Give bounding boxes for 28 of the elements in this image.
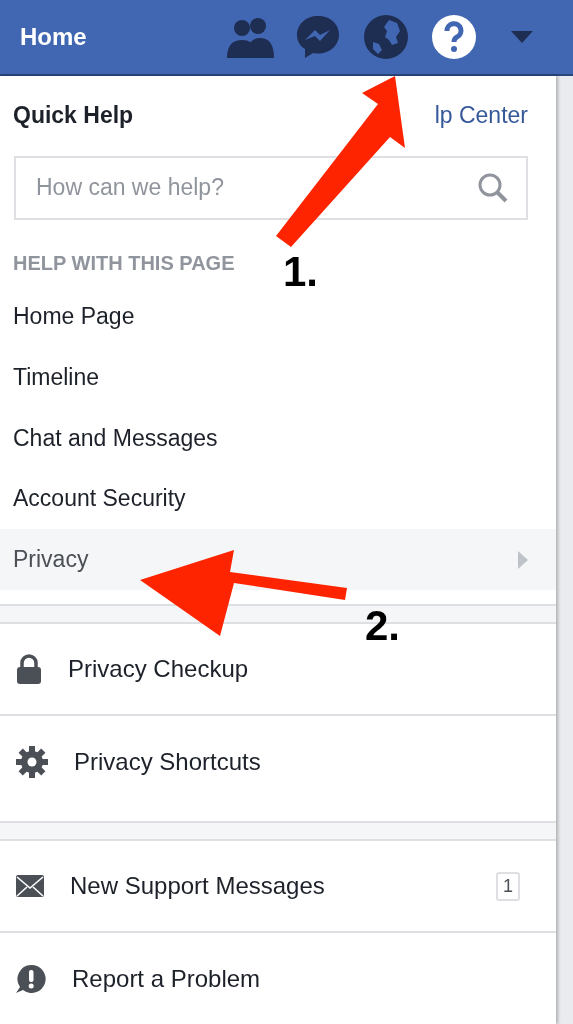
page-title: Home	[20, 23, 87, 51]
menu-item-label: Privacy Shortcuts	[74, 747, 261, 776]
help-menu-item[interactable]: Timeline	[0, 347, 556, 408]
mail-icon	[16, 875, 44, 898]
help-center-link[interactable]: lp Center	[434, 102, 528, 130]
friends-icon	[225, 16, 275, 58]
messenger-icon	[295, 14, 341, 60]
search-icon	[478, 172, 508, 203]
menu-item-label: Privacy Checkup	[68, 655, 249, 684]
gear-icon	[16, 745, 48, 778]
menu-item[interactable]: New Support Messages 1	[0, 840, 556, 934]
menu-item[interactable]: Report a Problem	[0, 933, 556, 1024]
menu-item[interactable]: Privacy Shortcuts	[0, 716, 556, 807]
help-menu-item[interactable]: Account Security	[0, 468, 556, 530]
menu-item-label: New Support Messages	[70, 872, 325, 901]
help-icon	[431, 14, 477, 60]
help-menu-item[interactable]: Privacy	[0, 529, 556, 590]
caret-icon	[511, 31, 533, 43]
alert-icon	[16, 963, 46, 994]
lock-icon	[16, 654, 42, 685]
help-menu-item[interactable]: Chat and Messages	[0, 407, 556, 469]
search-field[interactable]: How can we help?	[14, 155, 528, 220]
globe-icon	[363, 14, 409, 60]
menu-item-label: Report a Problem	[72, 964, 261, 993]
chevron-right-icon	[518, 550, 528, 569]
menu-title: Quick Help	[13, 102, 134, 130]
count-badge: 1	[496, 871, 520, 901]
section-heading: HELP WITH THIS PAGE	[13, 251, 235, 275]
